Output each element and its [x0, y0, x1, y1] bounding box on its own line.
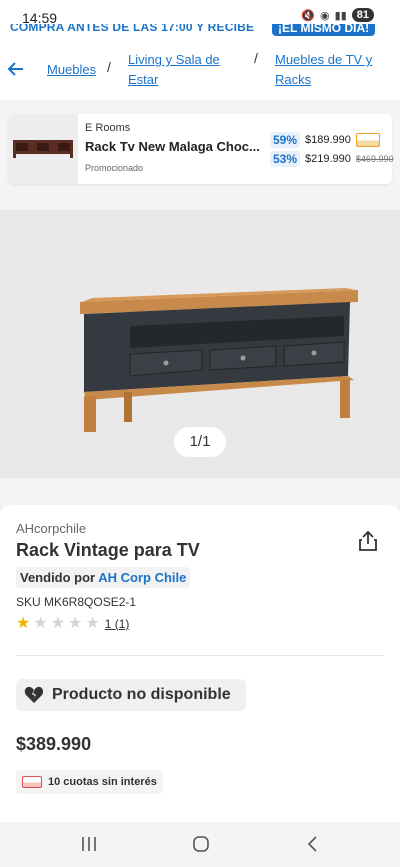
signal-icon: ▮▮ [334, 9, 347, 22]
sponsored-product-card[interactable]: E Rooms Rack Tv New Malaga Choc... Promo… [8, 114, 393, 184]
share-icon[interactable] [356, 529, 380, 553]
store-card-icon [355, 133, 380, 147]
promo-badge: ¡EL MISMO DÍA! [272, 24, 376, 36]
breadcrumb-muebles[interactable]: Muebles [47, 60, 96, 80]
sold-by-prefix: Vendido por [20, 570, 96, 585]
star-empty-icon: ★ [33, 615, 48, 632]
breadcrumb-separator: / [107, 59, 111, 75]
product-info-card: AHcorpchile Rack Vintage para TV Vendido… [0, 505, 400, 835]
star-empty-icon: ★ [50, 615, 66, 632]
ad-offer-row: 53% $219.990 $469.990 [270, 149, 393, 169]
sponsored-label: Promocionado [85, 163, 144, 173]
wifi-icon: ◉ [320, 9, 330, 22]
installments-badge: 10 cuotas sin interés [16, 770, 163, 794]
system-nav-bar [0, 822, 400, 867]
ad-title[interactable]: Rack Tv New Malaga Choc... [85, 139, 260, 154]
status-icons: 🔇 ◉ ▮▮ 81 [301, 8, 374, 22]
product-image-gallery[interactable]: 1/1 [0, 210, 400, 478]
back-nav-icon[interactable] [301, 832, 325, 856]
star-filled-icon: ★ [16, 615, 31, 632]
ad-offer-row: 59% $189.990 [270, 130, 380, 150]
sold-by-label: Vendido por AH Corp Chile [16, 567, 191, 588]
breadcrumb: Muebles / Living y Sala de Estar / Muebl… [0, 40, 400, 100]
status-time: 14:59 [22, 10, 58, 26]
availability-badge: Producto no disponible [16, 679, 246, 711]
breadcrumb-racks[interactable]: Muebles de TV y Racks [275, 50, 385, 90]
product-title: Rack Vintage para TV [16, 540, 200, 560]
installments-text: 10 cuotas sin interés [48, 776, 157, 788]
home-icon[interactable] [189, 832, 213, 856]
battery-icon: 81 [351, 8, 374, 22]
star-empty-icon: ★ [85, 615, 100, 632]
seller-name-small[interactable]: AHcorpchile [16, 521, 86, 536]
status-bar: 14:59 🔇 ◉ ▮▮ 81 [0, 0, 400, 26]
rating-count-link[interactable]: 1 (1) [105, 617, 130, 631]
product-image [80, 288, 358, 432]
broken-heart-icon [24, 686, 44, 703]
breadcrumb-separator: / [254, 50, 258, 66]
discount-badge: 53% [270, 151, 301, 167]
rating-stars[interactable]: ★ ★ ★ ★ ★ 1 (1) [16, 616, 129, 632]
ad-brand: E Rooms [85, 122, 131, 134]
recent-apps-icon[interactable] [77, 832, 101, 856]
promo-banner: COMPRA ANTES DE LAS 17:00 Y RECIBE ¡EL M… [0, 24, 400, 40]
image-counter: 1/1 [174, 427, 226, 457]
product-price: $389.990 [16, 734, 92, 754]
sku-code: SKU MK6R8QOSE2-1 [16, 595, 137, 609]
discount-badge: 59% [270, 132, 301, 148]
seller-link[interactable]: AH Corp Chile [98, 570, 186, 585]
mute-icon: 🔇 [301, 9, 316, 22]
availability-text: Producto no disponible [52, 686, 231, 703]
offer-price: $219.990 [305, 153, 351, 165]
star-empty-icon: ★ [68, 615, 83, 632]
breadcrumb-living[interactable]: Living y Sala de Estar [128, 50, 238, 90]
divider [16, 655, 384, 656]
original-price: $469.990 [355, 154, 394, 164]
ad-product-image [8, 114, 78, 184]
credit-card-icon [22, 776, 42, 788]
back-arrow-icon[interactable] [6, 59, 26, 79]
offer-price: $189.990 [305, 134, 351, 146]
